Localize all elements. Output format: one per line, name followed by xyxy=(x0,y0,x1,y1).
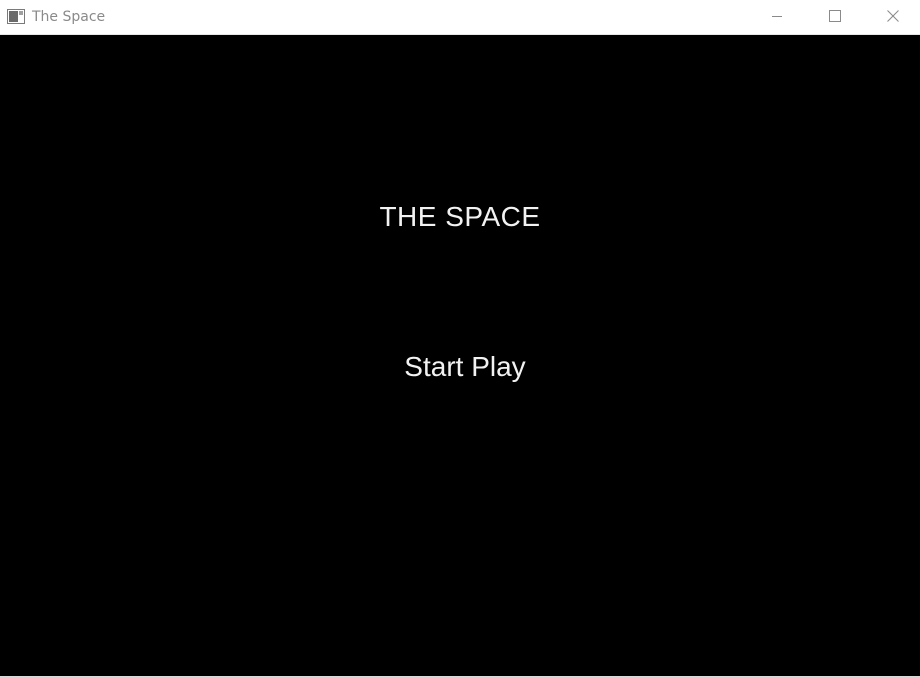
start-play-button[interactable]: Start Play xyxy=(385,348,545,386)
title-bar[interactable]: The Space xyxy=(0,0,920,35)
close-button[interactable] xyxy=(864,0,920,35)
game-window: The Space THE SPACE Start Play xyxy=(0,0,920,677)
close-icon xyxy=(887,9,899,27)
minimize-icon xyxy=(771,9,783,27)
game-title: THE SPACE xyxy=(379,201,541,232)
minimize-button[interactable] xyxy=(748,0,806,35)
maximize-icon xyxy=(829,9,841,27)
game-canvas: THE SPACE Start Play xyxy=(0,35,920,676)
app-window-icon xyxy=(7,9,25,24)
maximize-button[interactable] xyxy=(806,0,864,35)
window-title: The Space xyxy=(32,9,106,25)
